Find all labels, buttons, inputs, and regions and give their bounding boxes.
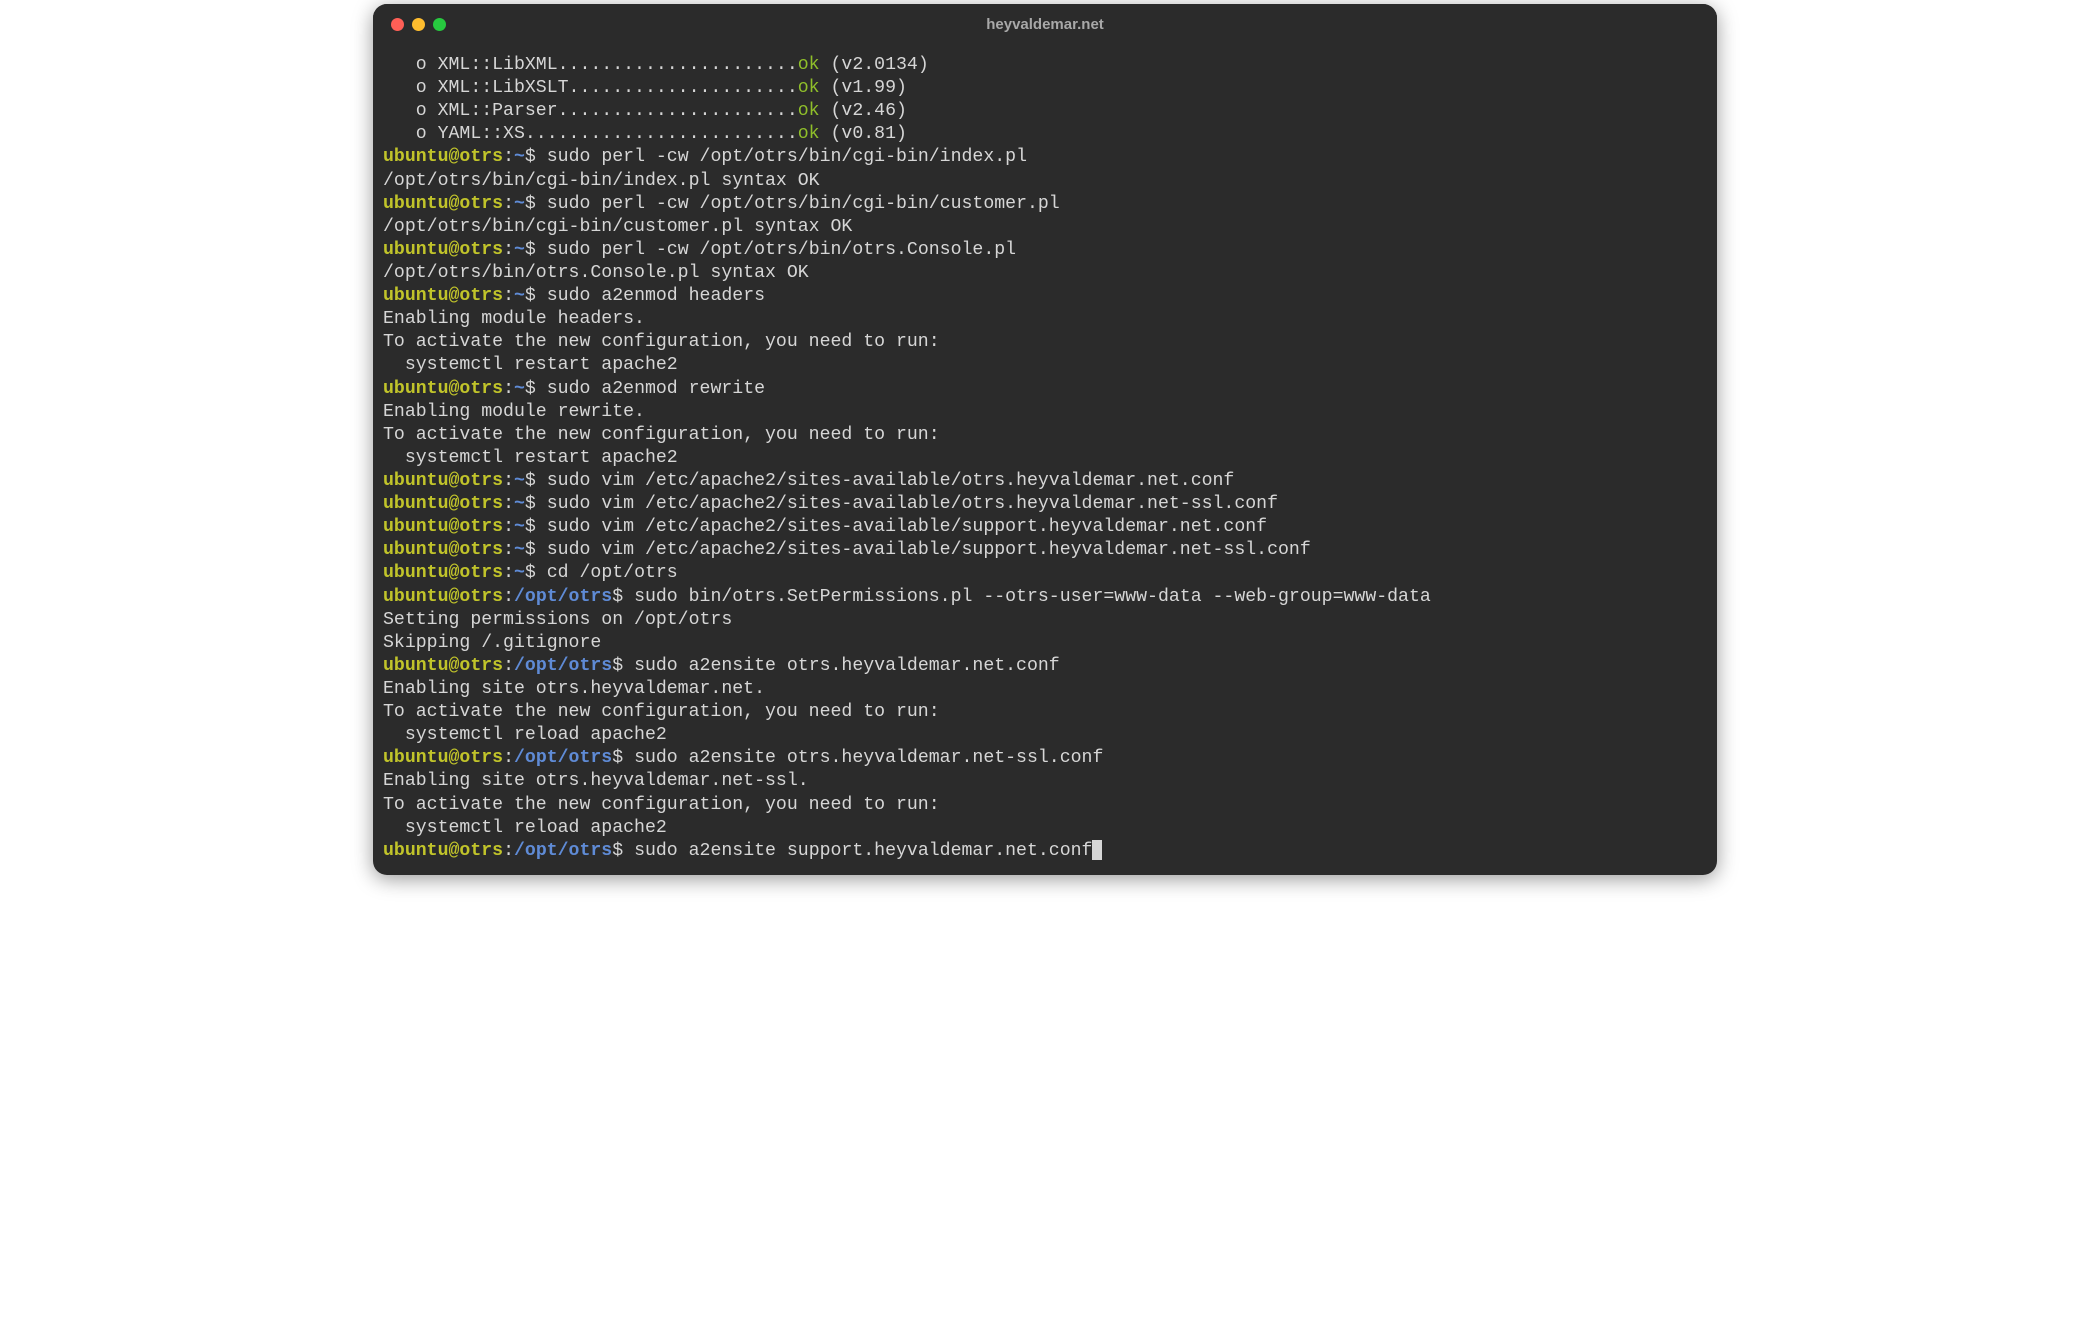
output-line: /opt/otrs/bin/otrs.Console.pl syntax OK: [383, 262, 1707, 285]
status-ok: ok: [798, 55, 820, 75]
traffic-lights: [391, 18, 446, 31]
output-line: Skipping /.gitignore: [383, 632, 1707, 655]
prompt-path: ~: [514, 471, 525, 491]
command-text: sudo a2ensite otrs.heyvaldemar.net.conf: [634, 656, 1060, 676]
prompt-path: ~: [514, 147, 525, 167]
command-text: sudo bin/otrs.SetPermissions.pl --otrs-u…: [634, 587, 1431, 607]
prompt-user-host: ubuntu@otrs: [383, 748, 503, 768]
close-icon[interactable]: [391, 18, 404, 31]
output-line: To activate the new configuration, you n…: [383, 794, 1707, 817]
prompt-user-host: ubuntu@otrs: [383, 194, 503, 214]
terminal-line: ubuntu@otrs:~$ sudo a2enmod headers: [383, 285, 1707, 308]
prompt-path: ~: [514, 240, 525, 260]
minimize-icon[interactable]: [412, 18, 425, 31]
terminal-line: ubuntu@otrs:~$ sudo a2enmod rewrite: [383, 378, 1707, 401]
prompt-user-host: ubuntu@otrs: [383, 471, 503, 491]
output-line: To activate the new configuration, you n…: [383, 331, 1707, 354]
terminal-line: ubuntu@otrs:/opt/otrs$ sudo a2ensite otr…: [383, 655, 1707, 678]
output-line: Enabling module headers.: [383, 308, 1707, 331]
prompt-path: ~: [514, 517, 525, 537]
command-text: cd /opt/otrs: [547, 563, 678, 583]
status-ok: ok: [798, 124, 820, 144]
terminal-line: ubuntu@otrs:~$ cd /opt/otrs: [383, 562, 1707, 585]
output-line: /opt/otrs/bin/cgi-bin/index.pl syntax OK: [383, 170, 1707, 193]
prompt-path: ~: [514, 540, 525, 560]
terminal-line: ubuntu@otrs:~$ sudo vim /etc/apache2/sit…: [383, 493, 1707, 516]
terminal-line: ubuntu@otrs:~$ sudo perl -cw /opt/otrs/b…: [383, 239, 1707, 262]
output-line: To activate the new configuration, you n…: [383, 701, 1707, 724]
prompt-user-host: ubuntu@otrs: [383, 240, 503, 260]
prompt-user-host: ubuntu@otrs: [383, 517, 503, 537]
terminal-line: ubuntu@otrs:~$ sudo perl -cw /opt/otrs/b…: [383, 193, 1707, 216]
terminal-line: ubuntu@otrs:~$ sudo vim /etc/apache2/sit…: [383, 516, 1707, 539]
prompt-user-host: ubuntu@otrs: [383, 540, 503, 560]
prompt-path: /opt/otrs: [514, 587, 612, 607]
command-text: sudo a2enmod rewrite: [547, 379, 765, 399]
prompt-user-host: ubuntu@otrs: [383, 147, 503, 167]
prompt-path: ~: [514, 563, 525, 583]
terminal-line: ubuntu@otrs:~$ sudo vim /etc/apache2/sit…: [383, 539, 1707, 562]
output-line: systemctl restart apache2: [383, 354, 1707, 377]
terminal-line: o XML::Parser......................ok (v…: [383, 100, 1707, 123]
output-line: Enabling site otrs.heyvaldemar.net.: [383, 678, 1707, 701]
terminal-line: ubuntu@otrs:/opt/otrs$ sudo a2ensite otr…: [383, 747, 1707, 770]
command-text: sudo vim /etc/apache2/sites-available/ot…: [547, 471, 1235, 491]
command-text: sudo vim /etc/apache2/sites-available/su…: [547, 517, 1267, 537]
status-ok: ok: [798, 101, 820, 121]
output-line: Enabling site otrs.heyvaldemar.net-ssl.: [383, 770, 1707, 793]
output-line: To activate the new configuration, you n…: [383, 424, 1707, 447]
status-ok: ok: [798, 78, 820, 98]
prompt-path: /opt/otrs: [514, 656, 612, 676]
prompt-user-host: ubuntu@otrs: [383, 587, 503, 607]
output-line: /opt/otrs/bin/cgi-bin/customer.pl syntax…: [383, 216, 1707, 239]
terminal-line: ubuntu@otrs:~$ sudo vim /etc/apache2/sit…: [383, 470, 1707, 493]
cursor-icon: [1092, 840, 1102, 860]
window-title: heyvaldemar.net: [373, 16, 1717, 33]
prompt-path: ~: [514, 194, 525, 214]
maximize-icon[interactable]: [433, 18, 446, 31]
command-text: sudo vim /etc/apache2/sites-available/su…: [547, 540, 1311, 560]
command-text: sudo a2ensite support.heyvaldemar.net.co…: [634, 841, 1092, 861]
terminal-line: ubuntu@otrs:/opt/otrs$ sudo bin/otrs.Set…: [383, 586, 1707, 609]
command-text: sudo a2enmod headers: [547, 286, 765, 306]
prompt-path: ~: [514, 379, 525, 399]
terminal-line: o XML::LibXML......................ok (v…: [383, 54, 1707, 77]
prompt-user-host: ubuntu@otrs: [383, 379, 503, 399]
terminal-line: ubuntu@otrs:/opt/otrs$ sudo a2ensite sup…: [383, 840, 1707, 863]
prompt-path: /opt/otrs: [514, 748, 612, 768]
command-text: sudo perl -cw /opt/otrs/bin/otrs.Console…: [547, 240, 1016, 260]
prompt-user-host: ubuntu@otrs: [383, 286, 503, 306]
prompt-path: ~: [514, 494, 525, 514]
prompt-user-host: ubuntu@otrs: [383, 841, 503, 861]
titlebar[interactable]: heyvaldemar.net: [373, 4, 1717, 44]
prompt-user-host: ubuntu@otrs: [383, 563, 503, 583]
prompt-path: ~: [514, 286, 525, 306]
command-text: sudo perl -cw /opt/otrs/bin/cgi-bin/inde…: [547, 147, 1027, 167]
terminal-window: heyvaldemar.net o XML::LibXML...........…: [373, 4, 1717, 875]
command-text: sudo perl -cw /opt/otrs/bin/cgi-bin/cust…: [547, 194, 1060, 214]
output-line: systemctl reload apache2: [383, 724, 1707, 747]
terminal-line: ubuntu@otrs:~$ sudo perl -cw /opt/otrs/b…: [383, 146, 1707, 169]
terminal-body[interactable]: o XML::LibXML......................ok (v…: [373, 44, 1717, 875]
terminal-line: o YAML::XS.........................ok (v…: [383, 123, 1707, 146]
prompt-path: /opt/otrs: [514, 841, 612, 861]
prompt-user-host: ubuntu@otrs: [383, 494, 503, 514]
output-line: systemctl reload apache2: [383, 817, 1707, 840]
output-line: Enabling module rewrite.: [383, 401, 1707, 424]
prompt-user-host: ubuntu@otrs: [383, 656, 503, 676]
command-text: sudo a2ensite otrs.heyvaldemar.net-ssl.c…: [634, 748, 1103, 768]
terminal-line: o XML::LibXSLT.....................ok (v…: [383, 77, 1707, 100]
output-line: Setting permissions on /opt/otrs: [383, 609, 1707, 632]
command-text: sudo vim /etc/apache2/sites-available/ot…: [547, 494, 1278, 514]
output-line: systemctl restart apache2: [383, 447, 1707, 470]
